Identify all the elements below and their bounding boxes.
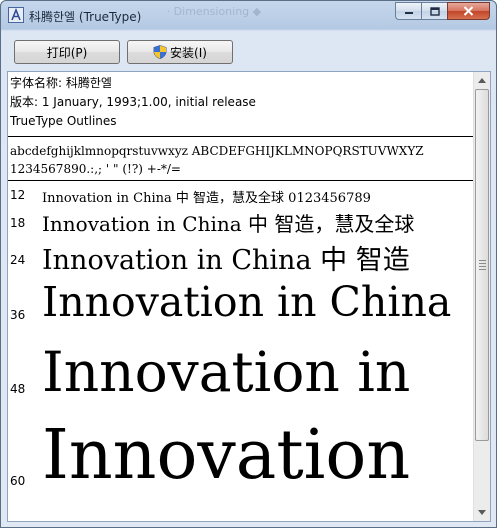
scroll-down-button[interactable] [474,504,490,521]
scrollbar-thumb[interactable] [475,89,489,441]
chevron-up-icon [478,78,486,83]
scrollbar-grip [479,260,486,272]
font-info: 字体名称: 科腾한엘 版本: 1 January, 1993;1.00, ini… [10,74,256,131]
install-button-label: 安装(I) [170,45,207,60]
sample-size-label: 48 [10,382,26,396]
scroll-up-button[interactable] [474,72,490,89]
font-viewer-icon [8,7,24,23]
window-controls [395,2,490,20]
maximize-icon [429,6,440,16]
sample-text: Innovation in [42,340,411,404]
close-icon [463,6,474,16]
chevron-down-icon [478,510,486,515]
print-button[interactable]: 打印(P) [14,40,120,64]
sample-size-label: 18 [10,216,26,230]
toolbar: 打印(P) 安装(I) [7,31,490,69]
window-title: 科腾한엘 (TrueType) [29,10,142,24]
sample-size-label: 60 [10,474,26,488]
charset-digits-symbols: 1234567890.:,; ' " (!?) +-*/= [10,162,181,176]
sample-size-label: 12 [10,188,26,202]
font-version-line: 版本: 1 January, 1993;1.00, initial releas… [10,95,256,109]
charset-letters: abcdefghijklmnopqrstuvwxyz ABCDEFGHIJKLM… [10,144,424,158]
vertical-scrollbar[interactable] [473,72,490,521]
character-set-preview: abcdefghijklmnopqrstuvwxyz ABCDEFGHIJKLM… [10,142,424,178]
font-type-line: TrueType Outlines [10,114,117,128]
sample-size-label: 36 [10,308,26,322]
font-viewer-window: 科腾한엘 (TrueType) · Dimensioning ◆ 打印(P) 安… [0,0,497,528]
font-name-line: 字体名称: 科腾한엘 [10,76,112,90]
install-button[interactable]: 安装(I) [127,40,233,64]
divider [8,180,478,181]
sample-text: Innovation in China 中 智造，慧及全球 [42,212,415,236]
print-button-label: 打印(P) [46,45,88,60]
font-preview-pane[interactable]: 字体名称: 科腾한엘 版本: 1 January, 1993;1.00, ini… [7,71,491,522]
sample-text: Innovation in China 中 智造，慧及全球 0123456789 [42,191,371,206]
sample-text: Innovation [42,416,411,495]
divider [8,136,478,137]
maximize-button[interactable] [421,2,447,20]
close-button[interactable] [447,2,490,20]
sample-text: Innovation in China 中 智造 [42,245,410,276]
sample-size-label: 24 [10,253,26,267]
sample-text: Innovation in China [42,278,452,326]
uac-shield-icon [153,45,167,59]
minimize-button[interactable] [395,2,421,20]
background-ghost-text: · Dimensioning ◆ [161,5,262,18]
title-bar[interactable]: 科腾한엘 (TrueType) · Dimensioning ◆ [1,1,496,31]
minimize-icon [404,12,413,14]
